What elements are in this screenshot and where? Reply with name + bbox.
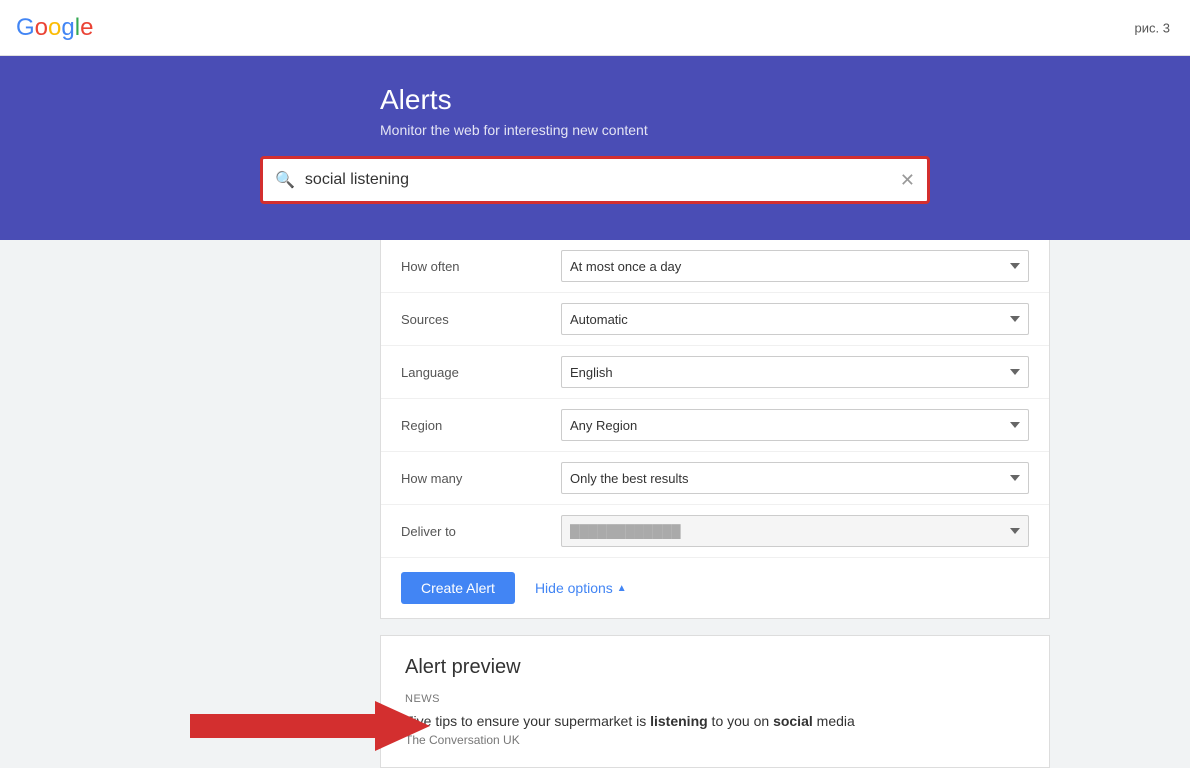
search-box: 🔍 ✕ [260, 156, 930, 204]
search-icon: 🔍 [275, 170, 295, 190]
option-row-how-many: How many Only the best results All resul… [381, 452, 1049, 505]
page-title: Alerts [380, 84, 452, 116]
chevron-up-icon: ▲ [617, 583, 627, 594]
hide-options-label: Hide options [535, 580, 613, 596]
language-select[interactable]: English French German Spanish [561, 356, 1029, 388]
page-subtitle: Monitor the web for interesting new cont… [380, 122, 648, 138]
how-many-select[interactable]: Only the best results All results [561, 462, 1029, 494]
option-label-how-often: How often [401, 259, 561, 274]
options-panel: How often At most once a day As-it-happe… [380, 240, 1050, 619]
alert-preview-panel: Alert preview NEWS Five tips to ensure y… [380, 635, 1050, 768]
search-input[interactable] [305, 171, 900, 189]
option-row-region: Region Any Region United States United K… [381, 399, 1049, 452]
sources-select[interactable]: Automatic News Blogs Web [561, 303, 1029, 335]
how-often-select[interactable]: At most once a day As-it-happens At most… [561, 250, 1029, 282]
create-alert-button[interactable]: Create Alert [401, 572, 515, 604]
option-label-sources: Sources [401, 312, 561, 327]
preview-article-title: Five tips to ensure your supermarket is … [405, 713, 1025, 729]
blue-banner: Alerts Monitor the web for interesting n… [0, 56, 1190, 240]
preview-title: Alert preview [405, 656, 1025, 679]
option-row-deliver-to: Deliver to ████████████ [381, 505, 1049, 558]
region-select[interactable]: Any Region United States United Kingdom [561, 409, 1029, 441]
option-label-language: Language [401, 365, 561, 380]
option-row-how-often: How often At most once a day As-it-happe… [381, 240, 1049, 293]
option-label-region: Region [401, 418, 561, 433]
main-content: How often At most once a day As-it-happe… [0, 240, 1190, 768]
option-row-language: Language English French German Spanish [381, 346, 1049, 399]
actions-row: Create Alert Hide options ▲ [381, 558, 1049, 618]
pic-label: рис. 3 [1135, 20, 1170, 35]
preview-news-label: NEWS [405, 693, 1025, 705]
header: Google рис. 3 [0, 0, 1190, 56]
deliver-to-select[interactable]: ████████████ [561, 515, 1029, 547]
option-label-deliver-to: Deliver to [401, 524, 561, 539]
google-logo: Google [16, 14, 93, 42]
close-icon[interactable]: ✕ [900, 170, 915, 191]
preview-article-source: The Conversation UK [405, 733, 1025, 747]
option-label-how-many: How many [401, 471, 561, 486]
hide-options-link[interactable]: Hide options ▲ [535, 580, 627, 596]
option-row-sources: Sources Automatic News Blogs Web [381, 293, 1049, 346]
